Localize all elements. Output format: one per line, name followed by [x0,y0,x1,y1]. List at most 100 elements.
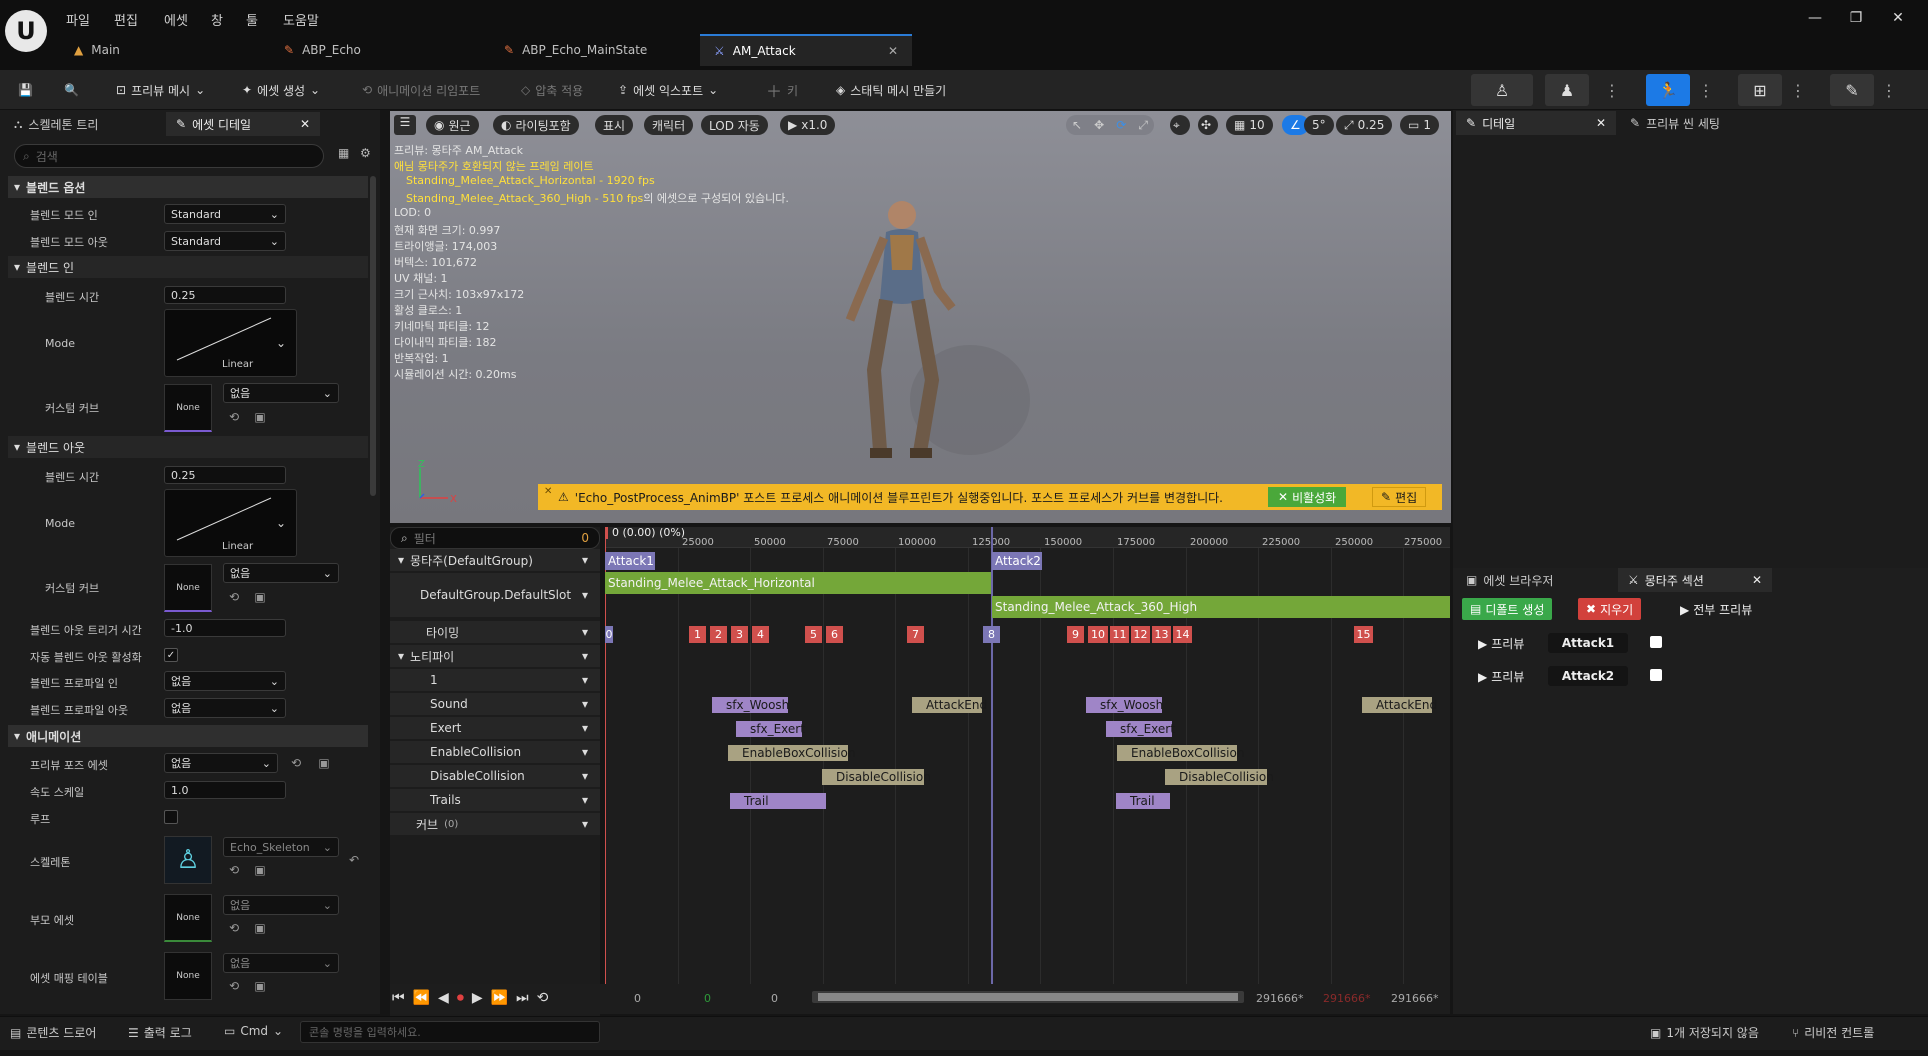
content-drawer-button[interactable]: ▤ 콘텐츠 드로어 [10,1024,96,1041]
blend-profile-out-combo[interactable]: 없음 ⌄ [164,698,286,718]
notify-enable-box-collision[interactable]: EnableBoxCollision [728,745,855,761]
timing-marker[interactable]: 10 [1088,626,1108,643]
use-selected-icon[interactable]: ⟲ [226,978,242,994]
step-forward-icon[interactable]: ⏩ [491,990,508,1006]
perspective-button[interactable]: ◉ 원근 [426,115,479,135]
timing-marker[interactable]: 4 [752,626,769,643]
parent-asset-thumbnail[interactable]: None [164,894,212,942]
section-attack2[interactable]: Attack2 [992,552,1042,570]
loop-icon[interactable]: ⟲ [537,990,549,1006]
animation-mode-icon[interactable]: 🏃 [1646,74,1690,106]
use-selected-icon[interactable]: ⟲ [226,409,242,425]
use-selected-icon[interactable]: ⟲ [226,589,242,605]
chevron-down-icon[interactable]: ▾ [582,745,588,759]
section-checkbox[interactable] [1650,636,1662,648]
tab-details[interactable]: ✎ 디테일 ✕ [1456,111,1616,135]
track-filter-input[interactable]: ⌕ 필터 0 [390,527,600,549]
tab-am-attack[interactable]: ⚔ AM_Attack ✕ [700,34,912,66]
blueprint-mode-icon[interactable]: ⊞ [1738,74,1782,106]
more-options-icon[interactable]: ⋮ [1603,74,1621,106]
more-options-icon[interactable]: ⋮ [1697,74,1715,106]
section-attack1[interactable]: Attack1 [605,552,655,570]
anim-segment-360-high[interactable]: Standing_Melee_Attack_360_High [992,596,1450,618]
browse-asset-icon[interactable]: ▣ [252,920,268,936]
details-scrollbar[interactable] [370,176,376,496]
revision-control-button[interactable]: ⑂ 리비전 컨트롤 [1792,1024,1874,1041]
tab-main[interactable]: ▲ Main [60,34,260,66]
blend-out-trigger-input[interactable]: -1.0 [164,619,286,637]
notify-sfx-exert[interactable]: sfx_Exert [736,721,805,737]
custom-curve-combo[interactable]: 없음 ⌄ [223,383,339,403]
reimport-button[interactable]: ⟲ 애니메이션 리임포트 [356,76,486,104]
chevron-down-icon[interactable]: ▾ [582,697,588,711]
transform-tools[interactable]: ↖ ✥ ⟳ ⤢ [1066,115,1154,135]
section-checkbox[interactable] [1650,669,1662,681]
chevron-down-icon[interactable]: ⌄ [276,336,286,350]
tab-asset-details[interactable]: ✎ 에셋 디테일 ✕ [166,112,320,136]
preview-pose-combo[interactable]: 없음 ⌄ [164,753,278,773]
close-icon[interactable]: ✕ [888,44,898,58]
lit-button[interactable]: ◐ 라이팅포함 [493,115,579,135]
browse-asset-icon[interactable]: ▣ [252,862,268,878]
unsaved-assets-button[interactable]: ▣ 1개 저장되지 않음 [1650,1024,1759,1041]
notify-sfx-woosh[interactable]: sfx_Woosh [712,697,789,713]
blend-mode-out-combo[interactable]: Standard ⌄ [164,231,286,251]
timing-marker[interactable]: 0 [605,626,613,643]
tab-abp-echo[interactable]: ✎ ABP_Echo [270,34,470,66]
scrollbar-thumb[interactable] [818,993,1238,1001]
skip-to-end-icon[interactable]: ⏭ [516,990,529,1006]
auto-blend-out-checkbox[interactable]: ✓ [164,648,178,662]
timing-marker[interactable]: 13 [1152,626,1171,643]
physics-mode-icon[interactable]: ✎ [1830,74,1874,106]
chevron-down-icon[interactable]: ▾ [582,817,588,831]
notify-trail[interactable]: Trail [1116,793,1170,809]
chevron-down-icon[interactable]: ▾ [582,588,588,602]
character-button[interactable]: 캐릭터 [644,115,694,135]
track-curves[interactable]: 커브 (0) ▾ [390,813,600,835]
menu-window[interactable]: 창 [211,10,223,29]
world-local-icon[interactable]: ⌖ [1170,115,1190,135]
custom-curve-thumbnail[interactable]: None [164,564,212,612]
blend-profile-in-combo[interactable]: 없음 ⌄ [164,671,286,691]
table-view-icon[interactable]: ▦ [338,146,349,160]
cmd-dropdown[interactable]: ▭ Cmd ⌄ [224,1024,283,1038]
rate-scale-input[interactable]: 1.0 [164,781,286,799]
notify-track-1[interactable]: 1 ▾ [390,669,600,691]
menu-edit[interactable]: 편집 [114,10,138,29]
create-default-button[interactable]: ▤ 디폴트 생성 [1462,598,1553,620]
notify-attack-end[interactable]: AttackEnd [912,697,987,713]
notify-track-exert[interactable]: Exert ▾ [390,717,600,739]
timing-marker[interactable]: 7 [907,626,924,643]
tab-skeleton-tree[interactable]: ⛬ 스켈레톤 트리 [4,112,164,136]
chevron-down-icon[interactable]: ▾ [582,721,588,735]
save-icon[interactable]: 💾 [12,76,39,104]
notify-sfx-exert[interactable]: sfx_Exert [1106,721,1175,737]
notify-disable-collision[interactable]: DisableCollision [822,769,931,785]
category-blend-options[interactable]: ▾ 블렌드 옵션 [8,176,368,198]
chevron-down-icon[interactable]: ▾ [582,649,588,663]
restore-icon[interactable]: ❐ [1836,10,1876,26]
close-icon[interactable]: ✕ [300,117,310,131]
section-name-attack1[interactable]: Attack1 [1548,633,1628,653]
parent-asset-combo[interactable]: 없음 ⌄ [223,895,339,915]
scale-icon[interactable]: ⤢ [1138,118,1148,133]
notify-attack-end[interactable]: AttackEnd [1362,697,1437,713]
tab-montage-sections[interactable]: ⚔ 몽타주 섹션 ✕ [1618,568,1772,592]
track-slot[interactable]: DefaultGroup.DefaultSlot ▾ [390,573,600,617]
track-timing[interactable]: 타이밍 ▾ [390,621,600,643]
notify-track-trails[interactable]: Trails ▾ [390,789,600,811]
notify-enable-box-collision[interactable]: EnableBoxCollision [1117,745,1244,761]
console-input[interactable]: 콘솔 명령을 입력하세요. [300,1021,600,1043]
step-back-icon[interactable]: ⏪ [413,990,430,1006]
custom-curve-thumbnail[interactable]: None [164,384,212,432]
unreal-logo-icon[interactable]: U [5,10,47,52]
category-blend-out[interactable]: ▾ 블렌드 아웃 [8,436,368,458]
timing-marker[interactable]: 5 [805,626,822,643]
anim-segment-horizontal[interactable]: Standing_Melee_Attack_Horizontal [605,572,991,594]
create-asset-button[interactable]: ✦ 에셋 생성 ⌄ [236,76,326,104]
preview-all-button[interactable]: ▶ 전부 프리뷰 [1680,601,1752,618]
rotation-snap-value[interactable]: 5° [1304,115,1334,135]
play-forward-icon[interactable]: ▶ [472,990,483,1006]
timing-marker[interactable]: 12 [1131,626,1150,643]
skip-to-start-icon[interactable]: ⏮ [392,990,405,1006]
